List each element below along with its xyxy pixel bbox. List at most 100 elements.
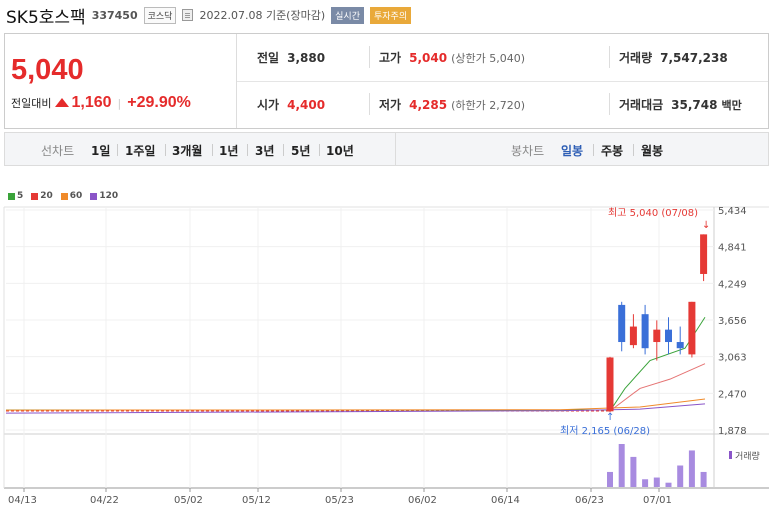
ma60-line xyxy=(5,398,706,411)
period-1w[interactable]: 1주일 xyxy=(125,142,155,159)
period-sep xyxy=(633,144,634,156)
volume-bar xyxy=(642,479,649,487)
candle-body xyxy=(676,342,684,349)
ma120-line xyxy=(5,403,706,414)
ma5-rise xyxy=(609,317,706,412)
x-tick-label: 04/13 xyxy=(8,495,37,506)
candle-body xyxy=(641,314,649,349)
low-label: 저가 xyxy=(379,98,402,112)
legend-ma60: 60 xyxy=(60,191,82,201)
change-value: 1,160 xyxy=(71,94,112,111)
change-percent: +29.90% xyxy=(127,94,191,111)
up-arrow-icon xyxy=(55,97,70,107)
volume-bar xyxy=(688,450,695,487)
period-sep xyxy=(593,144,594,156)
volume-cell: 거래량 7,547,238 xyxy=(619,34,728,81)
cell-divider xyxy=(609,93,610,115)
date-text: 2022.07.08 기준(장마감) xyxy=(199,9,326,22)
volume-legend-swatch xyxy=(729,451,732,459)
market-badge: 코스닥 xyxy=(143,6,177,24)
cell-divider xyxy=(609,46,610,68)
candle-body xyxy=(629,326,637,346)
x-tick-label: 06/02 xyxy=(408,495,437,506)
stock-name: SK5호스팩 xyxy=(6,7,86,28)
y-tick-label: 1,878 xyxy=(718,426,747,437)
y-tick-label: 3,656 xyxy=(718,316,747,327)
candle-body xyxy=(700,234,708,274)
min-arrow-icon: ↑ xyxy=(606,412,614,423)
period-sep xyxy=(283,144,284,156)
change-label: 전일대비 xyxy=(11,97,52,110)
legend-swatch xyxy=(31,192,39,200)
volume-bar xyxy=(607,471,613,487)
price-box: 5,040 전일대비 1,160 | +29.90% xyxy=(5,34,237,128)
bar-divider xyxy=(395,133,396,165)
candle-monthly[interactable]: 월봉 xyxy=(641,142,663,159)
volume-bar xyxy=(618,444,625,487)
x-tick-label: 07/01 xyxy=(643,495,672,506)
amount-cell: 거래대금 35,748 백만 xyxy=(619,81,742,128)
cell-divider xyxy=(369,46,370,68)
candle-body xyxy=(688,301,696,355)
period-bar: 선차트 1일 1주일 3개월 1년 3년 5년 10년 봉차트 일봉 주봉 월봉 xyxy=(4,132,769,166)
volume-bar xyxy=(677,465,684,487)
candle-chart-label: 봉차트 xyxy=(511,144,545,158)
min-annotation: 최저 2,165 (06/28) xyxy=(560,425,650,437)
high-value: 5,040 xyxy=(409,50,448,65)
realtime-badge[interactable]: 실시간 xyxy=(331,6,364,24)
open-value: 4,400 xyxy=(287,97,326,112)
y-tick-label: 4,841 xyxy=(718,243,747,254)
y-tick-label: 4,249 xyxy=(718,279,747,290)
volume-legend-label: 거래량 xyxy=(735,450,760,462)
prev-close-label: 전일 xyxy=(257,51,280,65)
y-tick-label: 2,470 xyxy=(718,389,747,400)
candle-daily[interactable]: 일봉 xyxy=(561,142,583,159)
amount-value: 35,748 xyxy=(671,97,718,112)
volume-label: 거래량 xyxy=(619,51,653,65)
legend-swatch xyxy=(90,192,98,200)
max-arrow-icon: ↓ xyxy=(702,220,710,231)
legend-swatch xyxy=(8,192,15,200)
period-5y[interactable]: 5년 xyxy=(291,142,310,159)
candle-weekly[interactable]: 주봉 xyxy=(601,142,623,159)
period-sep xyxy=(165,144,166,156)
candle-body xyxy=(665,329,672,343)
amount-unit: 백만 xyxy=(721,98,742,112)
document-icon xyxy=(182,9,194,21)
volume-bar xyxy=(700,471,707,487)
period-sep xyxy=(247,144,248,156)
period-sep xyxy=(117,144,118,156)
ma-legend: 5 20 60 120 xyxy=(8,191,118,201)
legend-swatch xyxy=(60,192,68,200)
stock-code: 337450 xyxy=(91,8,138,22)
prev-close-value: 3,880 xyxy=(287,50,326,65)
x-tick-label: 04/22 xyxy=(90,495,119,506)
candle-body xyxy=(618,304,626,343)
period-sep xyxy=(212,144,213,156)
legend-ma20: 20 xyxy=(31,191,53,201)
x-tick-label: 05/23 xyxy=(325,495,354,506)
candle-body xyxy=(653,329,661,343)
period-3m[interactable]: 3개월 xyxy=(172,142,202,159)
period-3y[interactable]: 3년 xyxy=(255,142,274,159)
ma20-rise xyxy=(609,363,706,412)
warning-badge: 투자주의 xyxy=(369,6,412,24)
low-value: 4,285 xyxy=(409,97,448,112)
prev-close-cell: 전일 3,880 xyxy=(257,34,325,81)
high-label: 고가 xyxy=(379,51,402,65)
line-chart-label: 선차트 xyxy=(41,144,75,158)
legend-ma5: 5 xyxy=(8,191,23,201)
period-1y[interactable]: 1년 xyxy=(219,142,238,159)
period-sep xyxy=(319,144,320,156)
x-tick-label: 06/14 xyxy=(491,495,520,506)
x-tick-label: 05/02 xyxy=(174,495,203,506)
period-1d[interactable]: 1일 xyxy=(91,142,110,159)
low-limit: (하한가 2,720) xyxy=(451,98,525,112)
legend-ma120: 120 xyxy=(90,191,118,201)
max-annotation: 최고 5,040 (07/08) xyxy=(608,207,698,219)
period-10y[interactable]: 10년 xyxy=(326,142,354,159)
y-tick-label: 5,434 xyxy=(718,206,747,217)
x-tick-label: 06/23 xyxy=(575,495,604,506)
high-limit: (상한가 5,040) xyxy=(451,51,525,65)
change-separator: | xyxy=(117,96,122,110)
